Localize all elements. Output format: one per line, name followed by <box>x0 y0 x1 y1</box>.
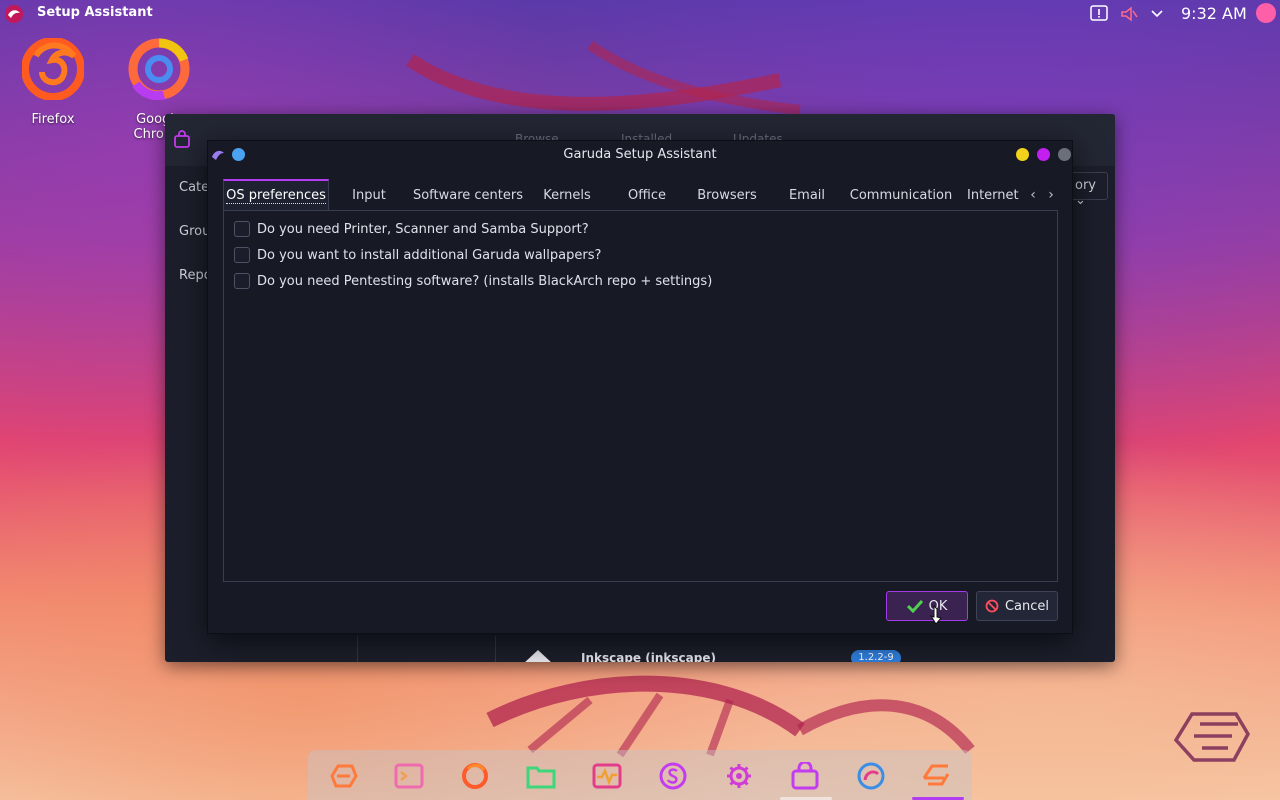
desktop-icon-label: Firefox <box>31 112 75 127</box>
terminal-icon[interactable] <box>394 762 424 790</box>
checkmark-icon <box>906 599 923 613</box>
tab-office[interactable]: Office <box>619 179 675 211</box>
checkbox[interactable] <box>234 273 250 289</box>
chevron-right-icon[interactable]: › <box>1043 185 1059 205</box>
dialog-title: Garuda Setup Assistant <box>563 147 717 162</box>
settings-s-icon[interactable] <box>658 762 688 790</box>
dock <box>308 750 972 800</box>
mouse-cursor-icon <box>930 605 942 625</box>
firefox-icon <box>21 37 85 101</box>
tab-bar: OS preferences Input Software centers Ke… <box>223 179 1063 211</box>
minimize-button[interactable] <box>1016 148 1029 161</box>
cancel-label: Cancel <box>1004 598 1050 614</box>
combo-label: ory <box>1075 178 1096 193</box>
checkbox[interactable] <box>234 221 250 237</box>
version-badge: 1.2.2-9 <box>851 650 901 662</box>
dialog-titlebar: Garuda Setup Assistant <box>208 141 1072 168</box>
volume-muted-icon[interactable] <box>1120 0 1138 27</box>
chrome-icon <box>128 38 190 101</box>
system-monitor-icon[interactable] <box>592 762 622 790</box>
checkbox[interactable] <box>234 247 250 263</box>
maximize-button[interactable] <box>1037 148 1050 161</box>
divider <box>357 636 358 662</box>
active-app-title: Setup Assistant <box>37 5 153 20</box>
ok-button[interactable]: OK <box>886 591 968 621</box>
top-panel: Setup Assistant 9:32 AM <box>0 0 1280 27</box>
tab-os-preferences[interactable]: OS preferences <box>223 179 329 211</box>
package-name[interactable]: Inkscape (inkscape) <box>581 651 716 662</box>
tab-panel-os-preferences: Do you need Printer, Scanner and Samba S… <box>223 210 1058 582</box>
option-pentesting-software[interactable]: Do you need Pentesting software? (instal… <box>234 271 712 291</box>
close-button[interactable] <box>1058 148 1071 161</box>
notification-icon[interactable] <box>1090 0 1108 27</box>
cancel-icon <box>985 599 999 613</box>
sidebar-item-groups[interactable]: Grou <box>179 224 210 239</box>
tab-browsers[interactable]: Browsers <box>689 179 765 211</box>
option-label: Do you want to install additional Garuda… <box>257 247 602 263</box>
tab-software-centers[interactable]: Software centers <box>409 179 527 211</box>
option-garuda-wallpapers[interactable]: Do you want to install additional Garuda… <box>234 245 601 265</box>
option-printer-scanner-samba[interactable]: Do you need Printer, Scanner and Samba S… <box>234 219 589 239</box>
inkscape-icon <box>525 650 551 662</box>
tab-communication[interactable]: Communication <box>843 179 959 211</box>
option-label: Do you need Printer, Scanner and Samba S… <box>257 221 589 237</box>
divider <box>495 636 496 662</box>
sidebar-item-categories[interactable]: Cate <box>179 180 209 195</box>
tab-label: Kernels <box>543 187 591 203</box>
store-bag-icon[interactable] <box>790 762 820 790</box>
tab-label: Communication <box>849 187 953 203</box>
tab-label: Browsers <box>697 187 757 203</box>
shopping-bag-icon <box>174 130 190 148</box>
tab-label: Internet <box>967 187 1019 203</box>
cancel-button[interactable]: Cancel <box>976 591 1058 621</box>
tab-label: Software centers <box>412 187 524 203</box>
garuda-logo-watermark <box>1173 712 1251 762</box>
gear-icon[interactable] <box>724 762 754 790</box>
garuda-icon[interactable] <box>328 762 358 790</box>
chevron-left-icon[interactable]: ‹ <box>1025 185 1041 205</box>
garuda-assistant-icon[interactable] <box>922 762 952 790</box>
category-combo[interactable]: ory ⌄ <box>1070 172 1108 208</box>
clock[interactable]: 9:32 AM <box>1181 4 1247 23</box>
garuda-menu-icon[interactable] <box>4 4 24 24</box>
tab-internet[interactable]: Internet <box>967 179 1023 211</box>
tab-label: Email <box>788 187 826 203</box>
tab-label: Input <box>352 187 386 203</box>
browser-icon[interactable] <box>856 762 886 790</box>
option-label: Do you need Pentesting software? (instal… <box>257 273 713 289</box>
files-icon[interactable] <box>526 762 556 790</box>
tab-label: OS preferences <box>226 188 326 204</box>
tab-label: Office <box>628 187 666 203</box>
wallpaper-art-bottom <box>486 675 975 758</box>
tab-input[interactable]: Input <box>341 179 397 211</box>
desktop-icon-firefox[interactable]: Firefox <box>3 37 103 127</box>
chevron-down-icon[interactable] <box>1150 0 1164 27</box>
firefox-icon[interactable] <box>460 762 490 790</box>
tab-kernels[interactable]: Kernels <box>535 179 599 211</box>
tab-email[interactable]: Email <box>783 179 831 211</box>
user-avatar-icon[interactable] <box>1256 3 1276 23</box>
setup-assistant-dialog: Garuda Setup Assistant OS preferences In… <box>207 140 1073 634</box>
